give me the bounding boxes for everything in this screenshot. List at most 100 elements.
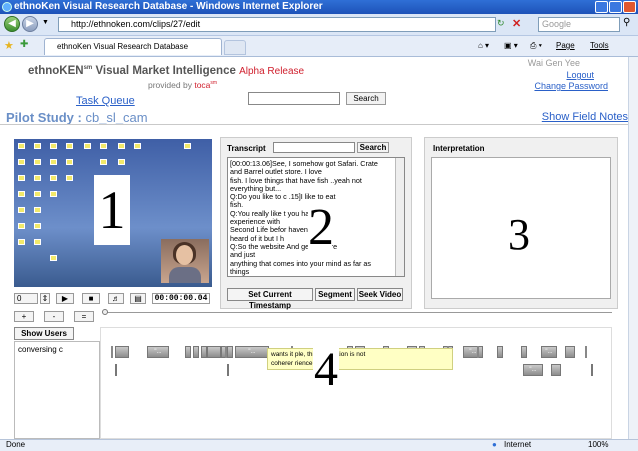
stop-video-icon[interactable]: ■: [82, 293, 100, 304]
tooltip-line-2: coherer rience: [271, 360, 313, 367]
timeline-segment[interactable]: "...: [235, 346, 269, 358]
desktop-icon: [100, 159, 107, 165]
home-icon[interactable]: ⌂ ▾: [478, 39, 489, 53]
zoom-in-button[interactable]: +: [14, 311, 34, 322]
stop-icon[interactable]: ✕: [512, 17, 521, 30]
url-field[interactable]: http://ethnoken.com/clips/27/edit: [58, 17, 496, 32]
print-icon[interactable]: ⎙ ▾: [530, 39, 542, 53]
main-search-input[interactable]: [248, 92, 340, 105]
tab-bar: ★ ✚ ethnoKen Visual Research Database ⌂ …: [0, 36, 638, 57]
page-content: ethnoKENsm Visual Market Intelligence Al…: [0, 57, 628, 439]
show-users-button[interactable]: Show Users: [14, 327, 74, 340]
desktop-icon: [18, 159, 25, 165]
region-number-4: 4: [313, 344, 339, 400]
transcript-search-input[interactable]: [273, 142, 355, 153]
browser-search-input[interactable]: Google: [538, 17, 620, 32]
timeline-track[interactable]: "... "... "... "... "... wants it ple, this …: [100, 327, 612, 439]
tooltip-line-1: wants it ple, this frustration is not: [271, 351, 366, 358]
brand-name: ethnoKEN: [28, 65, 84, 77]
volume-icon[interactable]: ♬: [108, 293, 124, 304]
page-scrollbar[interactable]: [628, 57, 638, 439]
set-timestamp-button[interactable]: Set Current Timestamp: [227, 288, 313, 310]
header-divider: [0, 124, 628, 125]
timeline-segment[interactable]: [227, 364, 229, 376]
desktop-icon: [118, 159, 125, 165]
back-arrow-icon[interactable]: ◀: [4, 16, 20, 32]
provided-by: provided by tocasm: [148, 80, 217, 90]
timeline-segment[interactable]: [193, 346, 199, 358]
timeline-segment[interactable]: [591, 364, 593, 376]
toca-name: toca: [194, 80, 211, 90]
user-list-item[interactable]: conversing c: [18, 345, 63, 354]
rate-spinner[interactable]: 0: [14, 293, 38, 304]
timeline-segment[interactable]: [565, 346, 575, 358]
history-dropdown-icon[interactable]: ▼: [42, 19, 49, 26]
browser-tab[interactable]: ethnoKen Visual Research Database: [44, 38, 222, 55]
toca-sup: sm: [210, 80, 218, 87]
webcam-face: [176, 245, 193, 265]
transcript-search-button[interactable]: Search: [357, 142, 389, 153]
zoom-out-button[interactable]: -: [44, 311, 64, 322]
main-search-button[interactable]: Search: [346, 92, 386, 105]
favorites-star-icon[interactable]: ★: [4, 39, 14, 52]
timeline-segment[interactable]: [551, 364, 561, 376]
tab-label: ethnoKen Visual Research Database: [57, 42, 189, 51]
timeline-segment[interactable]: [227, 346, 233, 358]
seek-video-button[interactable]: Seek Video: [357, 288, 403, 301]
timeline-segment[interactable]: [185, 346, 191, 358]
timeline-segment[interactable]: [115, 346, 129, 358]
new-tab-button[interactable]: [224, 40, 246, 55]
task-queue-link[interactable]: Task Queue: [76, 95, 135, 107]
refresh-icon[interactable]: ↻: [497, 18, 505, 29]
timeline-segment[interactable]: "...: [541, 346, 557, 358]
transcript-text[interactable]: [00:00:13.06]See, I somehow got Safari. …: [227, 157, 405, 277]
desktop-icon: [18, 143, 25, 149]
desktop-icon: [34, 191, 41, 197]
interpretation-label: Interpretation: [433, 144, 485, 153]
interpretation-textarea[interactable]: 3: [431, 157, 611, 299]
page-menu[interactable]: Page: [556, 39, 575, 53]
brand-sup: sm: [83, 65, 93, 72]
timeline-segment[interactable]: "...: [463, 346, 483, 358]
brand-title: ethnoKENsm Visual Market Intelligence Al…: [28, 65, 304, 77]
user-list: conversing c: [14, 341, 100, 439]
desktop-icon: [18, 239, 25, 245]
search-icon[interactable]: ⚲: [623, 17, 630, 28]
desktop-icon: [34, 159, 41, 165]
video-player[interactable]: 1: [14, 139, 212, 287]
timeline-tick: [477, 346, 479, 358]
timeline-range-thumb[interactable]: [102, 309, 108, 315]
play-icon[interactable]: ▶: [56, 293, 74, 304]
change-password-link[interactable]: Change Password: [534, 81, 608, 91]
desktop-icon: [118, 143, 125, 149]
desktop-icon: [100, 143, 107, 149]
tools-menu[interactable]: Tools: [590, 39, 609, 53]
maximize-button[interactable]: [609, 1, 622, 13]
feeds-icon[interactable]: ▣ ▾: [504, 39, 518, 53]
desktop-icon: [66, 175, 73, 181]
segment-button[interactable]: Segment: [315, 288, 355, 301]
show-field-notes-link[interactable]: Show Field Notes: [542, 111, 628, 123]
timeline-segment[interactable]: [115, 364, 117, 376]
spinner-arrows-icon[interactable]: ⇕: [40, 293, 50, 304]
minimize-button[interactable]: [595, 1, 608, 13]
add-favorites-icon[interactable]: ✚: [20, 39, 28, 50]
caption-icon[interactable]: ▤: [130, 293, 146, 304]
webcam-body: [169, 267, 201, 283]
timeline-segment[interactable]: [521, 346, 527, 358]
logout-link[interactable]: Logout: [566, 70, 594, 80]
close-window-button[interactable]: [623, 1, 636, 13]
zoom-level[interactable]: 100%: [588, 440, 608, 450]
zoom-fit-button[interactable]: =: [74, 311, 94, 322]
desktop-icon: [50, 143, 57, 149]
timeline-segment[interactable]: "...: [523, 364, 543, 376]
desktop-icon: [18, 223, 25, 229]
timeline-segment[interactable]: "...: [147, 346, 169, 358]
desktop-icon: [50, 191, 57, 197]
transcript-scrollbar[interactable]: [395, 158, 404, 276]
forward-arrow-icon[interactable]: ▶: [22, 16, 38, 32]
timeline-tick: [111, 346, 113, 358]
timeline-segment[interactable]: [497, 346, 503, 358]
transcript-label: Transcript: [227, 144, 266, 153]
timeline-segment[interactable]: [207, 346, 221, 358]
